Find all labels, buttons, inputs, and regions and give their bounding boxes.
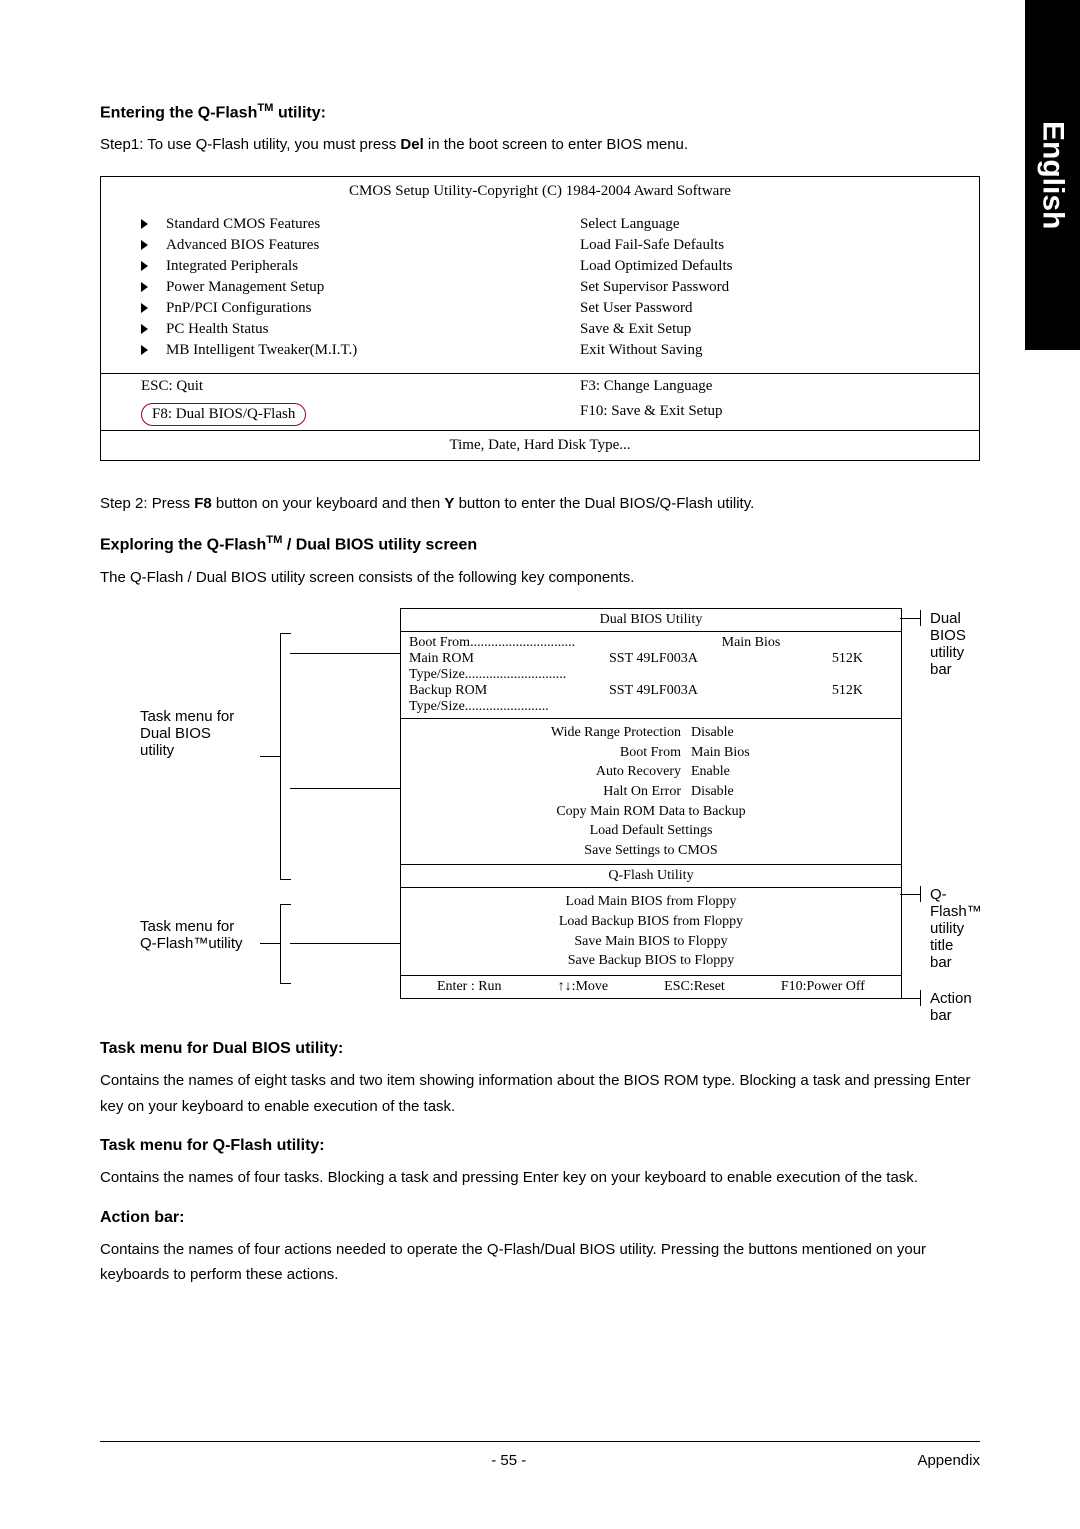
- bios-key-f3: F3: Change Language: [540, 374, 979, 399]
- task-line: Copy Main ROM Data to Backup: [401, 802, 901, 822]
- bios-item: Set User Password: [580, 300, 939, 317]
- dual-bios-title: Dual BIOS Utility: [401, 609, 901, 632]
- qflash-tasks: Load Main BIOS from Floppy Load Backup B…: [401, 888, 901, 975]
- connector-line: [920, 990, 921, 1006]
- para-action-bar: Contains the names of four actions neede…: [100, 1237, 980, 1288]
- action-f10: F10:Power Off: [781, 979, 865, 995]
- bios-item: Save & Exit Setup: [580, 321, 939, 338]
- action-enter: Enter : Run: [437, 979, 502, 995]
- connector-line: [290, 653, 400, 654]
- triangle-icon: [141, 219, 148, 229]
- step1-text: Step1: To use Q-Flash utility, you must …: [100, 132, 980, 158]
- bios-item: PC Health Status: [141, 321, 500, 338]
- bios-item: Standard CMOS Features: [141, 216, 500, 233]
- connector-line: [900, 618, 920, 619]
- action-move: ↑↓:Move: [558, 979, 609, 995]
- rom-info-section: Boot From.............................. …: [401, 632, 901, 719]
- action-esc: ESC:Reset: [664, 979, 725, 995]
- bios-bottom: Time, Date, Hard Disk Type...: [101, 430, 979, 460]
- task-line: Load Main BIOS from Floppy: [401, 892, 901, 912]
- triangle-icon: [141, 261, 148, 271]
- anno-action-bar: Action bar: [930, 990, 980, 1024]
- bios-left-col: Standard CMOS Features Advanced BIOS Fea…: [101, 206, 540, 373]
- opt-row: Wide Range ProtectionDisable: [401, 723, 901, 743]
- bios-grid: Standard CMOS Features Advanced BIOS Fea…: [101, 206, 979, 374]
- para-task-dual: Contains the names of eight tasks and tw…: [100, 1068, 980, 1119]
- heading-exploring: Exploring the Q-FlashTM / Dual BIOS util…: [100, 534, 980, 554]
- bios-title: CMOS Setup Utility-Copyright (C) 1984-20…: [101, 177, 979, 206]
- opt-row: Auto RecoveryEnable: [401, 762, 901, 782]
- brace-icon: [280, 633, 291, 880]
- qflash-title: Q-Flash Utility: [401, 865, 901, 888]
- triangle-icon: [141, 240, 148, 250]
- triangle-icon: [141, 345, 148, 355]
- heading-action-bar: Action bar:: [100, 1209, 980, 1227]
- bios-item: Integrated Peripherals: [141, 258, 500, 275]
- bios-right-col: Select Language Load Fail-Safe Defaults …: [540, 206, 979, 373]
- task-line: Load Backup BIOS from Floppy: [401, 912, 901, 932]
- heading-task-dual: Task menu for Dual BIOS utility:: [100, 1040, 980, 1058]
- connector-line: [260, 943, 280, 944]
- bios-item: Select Language: [580, 216, 939, 233]
- para-task-qflash: Contains the names of four tasks. Blocki…: [100, 1165, 980, 1191]
- heading-task-qflash: Task menu for Q-Flash utility:: [100, 1137, 980, 1155]
- bios-item: PnP/PCI Configurations: [141, 300, 500, 317]
- page-footer: - 55 - Appendix: [100, 1441, 980, 1469]
- connector-line: [290, 788, 400, 789]
- bios-item: Set Supervisor Password: [580, 279, 939, 296]
- bios-item: Exit Without Saving: [580, 342, 939, 359]
- task-line: Save Main BIOS to Floppy: [401, 932, 901, 952]
- anno-task-dual: Task menu for Dual BIOS utility: [140, 708, 234, 759]
- page-number: - 55 -: [100, 1452, 917, 1469]
- bios-menu-box: CMOS Setup Utility-Copyright (C) 1984-20…: [100, 176, 980, 461]
- bios-keys-row: ESC: Quit F3: Change Language: [101, 374, 979, 399]
- exploring-text: The Q-Flash / Dual BIOS utility screen c…: [100, 565, 980, 591]
- bios-item: Load Fail-Safe Defaults: [580, 237, 939, 254]
- anno-dual-bar: Dual BIOS utility bar: [930, 610, 980, 678]
- connector-line: [290, 943, 400, 944]
- step2-text: Step 2: Press F8 button on your keyboard…: [100, 491, 980, 517]
- bios-item: Advanced BIOS Features: [141, 237, 500, 254]
- backup-rom-row: Backup ROM Type/Size....................…: [409, 683, 893, 715]
- anno-qflash-title: Q-Flash™ utility title bar: [930, 886, 982, 971]
- utility-box: Dual BIOS Utility Boot From.............…: [400, 608, 902, 999]
- anno-task-qflash: Task menu for Q-Flash™utility: [140, 918, 243, 952]
- document-page: English Entering the Q-FlashTM utility: …: [0, 0, 1080, 1529]
- task-line: Save Settings to CMOS: [401, 841, 901, 861]
- main-rom-row: Main ROM Type/Size......................…: [409, 651, 893, 683]
- task-line: Load Default Settings: [401, 821, 901, 841]
- language-tab-text: English: [1036, 121, 1070, 229]
- connector-line: [900, 998, 920, 999]
- action-bar: Enter : Run ↑↓:Move ESC:Reset F10:Power …: [401, 976, 901, 998]
- f8-highlight: F8: Dual BIOS/Q-Flash: [141, 403, 306, 426]
- heading-entering-qflash: Entering the Q-FlashTM utility:: [100, 102, 980, 122]
- bios-item: Load Optimized Defaults: [580, 258, 939, 275]
- dual-bios-tasks: Wide Range ProtectionDisable Boot FromMa…: [401, 719, 901, 865]
- connector-line: [260, 756, 280, 757]
- triangle-icon: [141, 282, 148, 292]
- connector-line: [920, 886, 921, 902]
- opt-row: Halt On ErrorDisable: [401, 782, 901, 802]
- bios-keys-row: F8: Dual BIOS/Q-Flash F10: Save & Exit S…: [101, 399, 979, 430]
- utility-diagram: Task menu for Dual BIOS utility Task men…: [100, 608, 980, 1028]
- connector-line: [900, 894, 920, 895]
- boot-from-row: Boot From.............................. …: [409, 635, 893, 651]
- brace-icon: [280, 904, 291, 984]
- section-label: Appendix: [917, 1452, 980, 1469]
- bios-key-f10: F10: Save & Exit Setup: [540, 399, 979, 430]
- bios-key-esc: ESC: Quit: [101, 374, 540, 399]
- language-tab: English: [1025, 0, 1080, 350]
- connector-line: [920, 610, 921, 626]
- triangle-icon: [141, 324, 148, 334]
- bios-item: MB Intelligent Tweaker(M.I.T.): [141, 342, 500, 359]
- opt-row: Boot FromMain Bios: [401, 743, 901, 763]
- bios-item: Power Management Setup: [141, 279, 500, 296]
- task-line: Save Backup BIOS to Floppy: [401, 951, 901, 971]
- triangle-icon: [141, 303, 148, 313]
